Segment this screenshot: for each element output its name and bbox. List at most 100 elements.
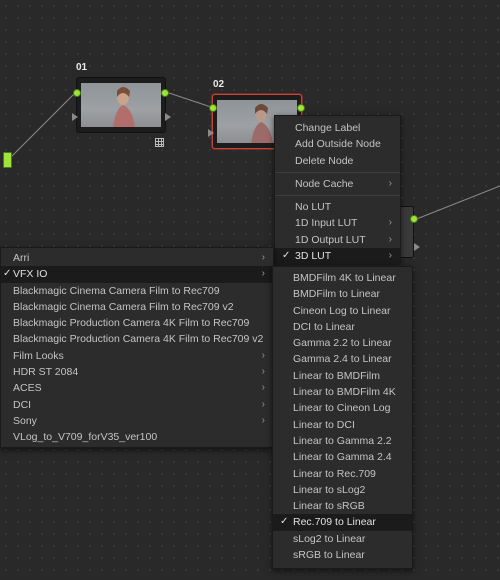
menu-item-label: ACES bbox=[13, 382, 42, 395]
menu-item-label: BMDFilm to Linear bbox=[293, 288, 380, 301]
lut-category-submenu: Arri › ✓ VFX IO › Blackmagic Cinema Camera Fi… bbox=[0, 247, 274, 448]
vfx-io-item-linear-to-rec-709[interactable]: Linear to Rec.709 bbox=[273, 466, 412, 482]
node-01-output-arrow bbox=[165, 113, 171, 121]
menu-item-label: BMDFilm 4K to Linear bbox=[293, 272, 396, 284]
menu-item-label: Cineon Log to Linear bbox=[293, 304, 391, 317]
vfx-io-item-linear-to-srgb[interactable]: Linear to sRGB bbox=[273, 498, 412, 514]
lut-category-item-blackmagic-production-camera-4k-film-to-rec709[interactable]: Blackmagic Production Camera 4K Film to … bbox=[1, 315, 273, 331]
vfx-io-item-linear-to-slog2[interactable]: Linear to sLog2 bbox=[273, 482, 412, 498]
vfx-io-item-cineon-log-to-linear[interactable]: Cineon Log to Linear bbox=[273, 303, 412, 319]
node-01-thumbnail bbox=[81, 83, 161, 127]
node-01-output-dot[interactable] bbox=[161, 89, 169, 97]
node-01-input-arrow bbox=[72, 113, 78, 121]
lut-category-item-blackmagic-production-camera-4k-film-to-rec709-v2[interactable]: Blackmagic Production Camera 4K Film to … bbox=[1, 331, 273, 347]
vfx-io-item-linear-to-bmdfilm[interactable]: Linear to BMDFilm bbox=[273, 368, 412, 384]
node-01-input-dot[interactable] bbox=[73, 89, 81, 97]
node-02-output-dot[interactable] bbox=[297, 104, 305, 112]
node-01[interactable] bbox=[72, 77, 171, 133]
menu-item-label: 1D Output LUT bbox=[295, 233, 366, 246]
menu-item-label: Linear to BMDFilm bbox=[293, 369, 380, 382]
menu-item-3d-lut[interactable]: ✓ 3D LUT › bbox=[275, 248, 400, 265]
menu-item-label: Gamma 2.2 to Linear bbox=[293, 337, 392, 350]
chevron-right-icon: › bbox=[261, 349, 265, 361]
menu-item-label: Gamma 2.4 to Linear bbox=[293, 353, 392, 366]
checkmark-icon: ✓ bbox=[3, 268, 12, 280]
node-02-label: 02 bbox=[213, 79, 225, 90]
lut-category-item-sony[interactable]: Sony › bbox=[1, 413, 273, 429]
menu-item-label: Rec.709 to Linear bbox=[293, 516, 376, 529]
menu-item-label: Blackmagic Cinema Camera Film to Rec709 bbox=[13, 284, 220, 297]
lut-category-item-hdr-st-2084[interactable]: HDR ST 2084 › bbox=[1, 364, 273, 380]
vfx-io-item-srgb-to-linear[interactable]: sRGB to Linear bbox=[273, 547, 412, 563]
menu-item-label: Linear to Gamma 2.2 bbox=[293, 434, 392, 447]
menu-item-label: VFX IO bbox=[13, 268, 48, 281]
chevron-right-icon: › bbox=[388, 250, 392, 262]
node-03-output-dot[interactable] bbox=[410, 215, 418, 223]
lut-category-item-aces[interactable]: ACES › bbox=[1, 380, 273, 396]
lut-category-item-blackmagic-cinema-camera-film-to-rec709-v2[interactable]: Blackmagic Cinema Camera Film to Rec709 … bbox=[1, 299, 273, 315]
grid-icon bbox=[155, 138, 164, 147]
lut-category-item-arri[interactable]: Arri › bbox=[1, 250, 273, 266]
menu-item-label: DCI bbox=[13, 398, 32, 411]
vfx-io-item-linear-to-gamma-2-4[interactable]: Linear to Gamma 2.4 bbox=[273, 449, 412, 465]
lut-category-item-vlog-to-v709-forv35-ver100[interactable]: VLog_to_V709_forV35_ver100 bbox=[1, 429, 273, 445]
vfx-io-item-bmdfilm-4k-to-linear[interactable]: BMDFilm 4K to Linear bbox=[273, 270, 412, 286]
chevron-right-icon: › bbox=[261, 398, 265, 410]
menu-item-node-cache[interactable]: Node Cache › bbox=[275, 176, 400, 192]
lut-category-item-vfx-io[interactable]: ✓ VFX IO › bbox=[1, 266, 273, 283]
menu-item-label: Film Looks bbox=[13, 349, 64, 362]
chevron-right-icon: › bbox=[388, 233, 392, 245]
vfx-io-item-gamma-2-4-to-linear[interactable]: Gamma 2.4 to Linear bbox=[273, 351, 412, 367]
lut-category-item-blackmagic-cinema-camera-film-to-rec709[interactable]: Blackmagic Cinema Camera Film to Rec709 bbox=[1, 283, 273, 299]
vfx-io-item-dci-to-linear[interactable]: DCI to Linear bbox=[273, 319, 412, 335]
vfx-io-item-rec-709-to-linear[interactable]: ✓ Rec.709 to Linear bbox=[273, 514, 412, 531]
vfx-io-submenu: BMDFilm 4K to Linear BMDFilm to Linear Cin… bbox=[272, 266, 413, 569]
menu-item-1d-output-lut[interactable]: 1D Output LUT › bbox=[275, 232, 400, 248]
source-input-handle[interactable] bbox=[3, 152, 12, 168]
menu-item-no-lut[interactable]: No LUT bbox=[275, 199, 400, 215]
menu-item-label: Blackmagic Production Camera 4K Film to … bbox=[13, 317, 250, 330]
vfx-io-item-linear-to-cineon-log[interactable]: Linear to Cineon Log bbox=[273, 400, 412, 416]
menu-item-label: Blackmagic Production Camera 4K Film to … bbox=[13, 333, 264, 346]
chevron-right-icon: › bbox=[388, 177, 392, 189]
chevron-right-icon: › bbox=[261, 268, 265, 280]
node-03-output-arrow bbox=[414, 243, 420, 251]
menu-item-label: 3D LUT bbox=[295, 250, 332, 263]
vfx-io-item-gamma-2-2-to-linear[interactable]: Gamma 2.2 to Linear bbox=[273, 335, 412, 351]
menu-item-label: sLog2 to Linear bbox=[293, 532, 366, 545]
menu-item-add-outside-node[interactable]: Add Outside Node bbox=[275, 136, 400, 152]
chevron-right-icon: › bbox=[261, 414, 265, 426]
menu-item-label: Change Label bbox=[295, 122, 361, 134]
chevron-right-icon: › bbox=[388, 217, 392, 229]
chevron-right-icon: › bbox=[261, 382, 265, 394]
menu-item-change-label[interactable]: Change Label bbox=[275, 120, 400, 136]
menu-separator bbox=[275, 195, 400, 197]
node-02-input-arrow bbox=[208, 129, 214, 137]
menu-item-label: Linear to Gamma 2.4 bbox=[293, 451, 392, 464]
menu-separator bbox=[275, 171, 400, 173]
menu-item-label: Node Cache bbox=[295, 177, 354, 190]
menu-item-label: Blackmagic Cinema Camera Film to Rec709 … bbox=[13, 300, 234, 313]
lut-category-item-dci[interactable]: DCI › bbox=[1, 397, 273, 413]
menu-item-label: Linear to sRGB bbox=[293, 500, 365, 513]
menu-item-label: Arri bbox=[13, 252, 30, 264]
vfx-io-item-bmdfilm-to-linear[interactable]: BMDFilm to Linear bbox=[273, 286, 412, 302]
node-01-label: 01 bbox=[76, 62, 88, 73]
subject-silhouette bbox=[113, 87, 135, 127]
menu-item-label: 1D Input LUT bbox=[295, 217, 358, 230]
chevron-right-icon: › bbox=[261, 252, 265, 263]
menu-item-label: Linear to Rec.709 bbox=[293, 467, 376, 480]
menu-item-label: Linear to BMDFilm 4K bbox=[293, 386, 396, 399]
menu-item-delete-node[interactable]: Delete Node bbox=[275, 153, 400, 169]
menu-item-label: Linear to Cineon Log bbox=[293, 402, 391, 415]
node-context-menu: Change Label Add Outside Node Delete Nod… bbox=[274, 115, 401, 265]
lut-category-item-film-looks[interactable]: Film Looks › bbox=[1, 348, 273, 364]
vfx-io-item-linear-to-gamma-2-2[interactable]: Linear to Gamma 2.2 bbox=[273, 433, 412, 449]
menu-item-1d-input-lut[interactable]: 1D Input LUT › bbox=[275, 215, 400, 231]
menu-item-label: Linear to sLog2 bbox=[293, 483, 366, 496]
vfx-io-item-linear-to-bmdfilm-4k[interactable]: Linear to BMDFilm 4K bbox=[273, 384, 412, 400]
vfx-io-item-linear-to-dci[interactable]: Linear to DCI bbox=[273, 417, 412, 433]
node-02-input-dot[interactable] bbox=[209, 104, 217, 112]
vfx-io-item-slog2-to-linear[interactable]: sLog2 to Linear bbox=[273, 531, 412, 547]
menu-item-label: HDR ST 2084 bbox=[13, 366, 79, 379]
